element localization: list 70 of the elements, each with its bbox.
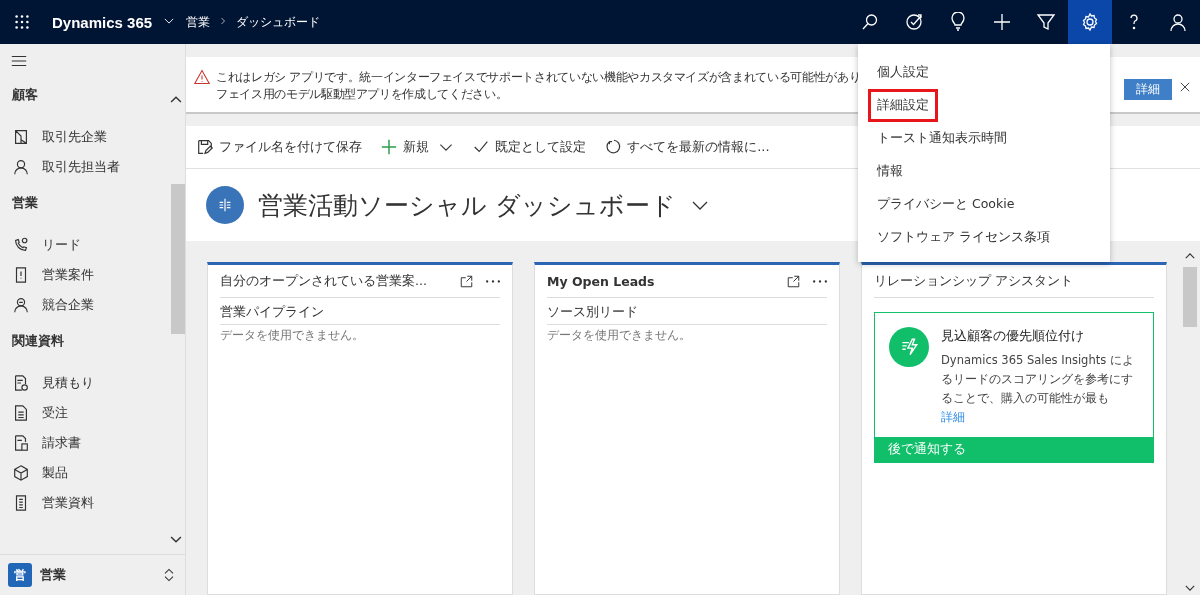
expand-icon (459, 273, 474, 289)
empty-message: データを使用できません。 (547, 327, 692, 344)
person-icon (1168, 12, 1188, 32)
target-icon (904, 12, 924, 32)
settings-button[interactable] (1068, 0, 1112, 44)
building-icon (12, 128, 30, 146)
menu-item[interactable]: 個人設定 (858, 58, 1110, 87)
chart-title: ソース別リード (547, 298, 827, 325)
nav-item[interactable]: 競合企業 (0, 290, 170, 320)
nav-section-title: 関連資料 (12, 332, 64, 350)
document-icon (12, 434, 30, 452)
warning-icon (194, 69, 210, 85)
breadcrumb-item[interactable]: 営業 (186, 13, 211, 31)
nav-section-title: 営業 (12, 194, 38, 212)
details-link[interactable]: 詳細 (941, 410, 965, 424)
save-icon (196, 138, 214, 156)
area-badge: 営 (8, 563, 32, 587)
filter-icon (1036, 12, 1056, 32)
more-icon (486, 279, 500, 283)
phone-icon (12, 236, 30, 254)
nav-item[interactable]: 製品 (0, 458, 170, 488)
person-icon (12, 158, 30, 176)
notice-text: これはレガシ アプリです。統一インターフェイスでサポートされていない機能やカスタマイズが含まれている可能性があり (216, 69, 861, 86)
nav-item[interactable]: 取引先企業 (0, 122, 170, 152)
box-icon (12, 464, 30, 482)
refresh-icon (604, 138, 623, 156)
document-icon (12, 374, 30, 392)
nav-item[interactable]: 営業資料 (0, 488, 170, 518)
plus-icon (380, 138, 398, 156)
settings-icon (1080, 12, 1100, 32)
search-icon (860, 12, 880, 32)
nav-item[interactable]: 営業案件 (0, 260, 170, 290)
nav-item[interactable]: 請求書 (0, 428, 170, 458)
details-button[interactable]: 詳細 (1124, 79, 1172, 100)
nav-section-title: 顧客 (12, 86, 38, 104)
nav-item[interactable]: 見積もり (0, 368, 170, 398)
more-icon (813, 279, 827, 283)
command-button[interactable]: 既定として設定 (472, 138, 587, 156)
tile-heading: 見込顧客の優先順位付け (941, 327, 1085, 345)
app-launcher-icon (13, 13, 31, 31)
nav-item[interactable]: 受注 (0, 398, 170, 428)
area-label[interactable]: 営業 (40, 566, 153, 584)
menu-item[interactable]: ソフトウェア ライセンス条項 (858, 223, 1110, 252)
card-title: 自分のオープンされている営業案... (220, 272, 428, 290)
command-button[interactable]: すべてを最新の情報に... (604, 138, 770, 156)
plus-icon (992, 12, 1012, 32)
menu-item[interactable]: 情報 (858, 157, 1110, 186)
menu-item[interactable]: プライバシーと Cookie (858, 190, 1110, 219)
card-title: リレーションシップ アシスタント (874, 272, 1074, 290)
command-button[interactable]: ファイル名を付けて保存 (196, 138, 362, 156)
card-title: My Open Leads (547, 273, 656, 289)
empty-message: データを使用できません。 (220, 327, 365, 344)
command-button[interactable]: 新規 (380, 138, 455, 156)
chart-title: 営業パイプライン (220, 298, 500, 325)
notice-text: フェイス用のモデル駆動型アプリを作成してください。 (216, 86, 508, 103)
menu-item[interactable]: トースト通知表示時間 (858, 124, 1110, 153)
nav-item[interactable]: 取引先担当者 (0, 152, 170, 182)
person-icon (12, 296, 30, 314)
close-icon (1178, 80, 1192, 94)
nav-item[interactable]: リード (0, 230, 170, 260)
breadcrumb-item[interactable]: ダッシュボード (236, 13, 321, 31)
dashboard-title: 営業活動ソーシャル ダッシュボード (258, 189, 676, 222)
tile-description: Dynamics 365 Sales Insights によるリードのスコアリングを参考にすることで、購入の可能性が最も 詳細 (941, 352, 1135, 426)
lightbulb-icon (948, 12, 968, 32)
app-name[interactable]: Dynamics 365 (52, 13, 153, 31)
menu-item[interactable]: 詳細設定 (868, 89, 938, 122)
document-icon (12, 404, 30, 422)
expand-icon (786, 273, 801, 289)
scrollbar-thumb[interactable] (171, 184, 185, 334)
scrollbar-thumb[interactable] (1183, 267, 1197, 327)
